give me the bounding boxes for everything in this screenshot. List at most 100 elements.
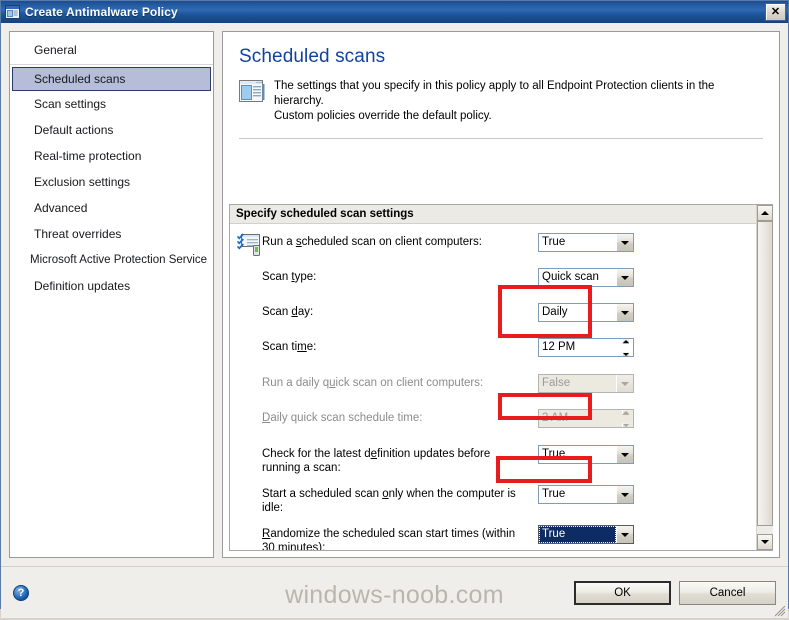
- intro-line-2: Custom policies override the default pol…: [274, 110, 492, 122]
- control-randomize-scan-times[interactable]: True: [538, 525, 634, 544]
- label-pre: Scan ti: [262, 341, 298, 353]
- chevron-down-icon[interactable]: [616, 234, 633, 251]
- label-post: ay:: [297, 306, 314, 318]
- chevron-down-icon[interactable]: [616, 526, 633, 543]
- combobox-value: True: [542, 236, 566, 248]
- scroll-down-arrow-icon[interactable]: [757, 534, 773, 550]
- combobox-value: Quick scan: [542, 271, 599, 283]
- sidebar-item-default-actions[interactable]: Default actions: [10, 117, 213, 143]
- chevron-down-icon[interactable]: [616, 269, 633, 286]
- label-accel: m: [297, 341, 307, 353]
- spinner-scan-time[interactable]: 12 PM: [538, 338, 634, 357]
- setting-row-scan-type: Scan type: Quick scan: [230, 267, 756, 292]
- setting-label-run-scheduled-scan: Run a scheduled scan on client computers…: [262, 232, 538, 249]
- content-pane: Scheduled scans The settings that you sp…: [222, 31, 780, 558]
- window-title: Create Antimalware Policy: [25, 5, 178, 19]
- chevron-down-icon[interactable]: [616, 446, 633, 463]
- combobox-scan-day[interactable]: Daily: [538, 303, 634, 322]
- sidebar-item-exclusion-settings[interactable]: Exclusion settings: [10, 169, 213, 195]
- control-run-scheduled-scan[interactable]: True: [538, 233, 634, 252]
- setting-label-daily-quick-scan-time: Daily quick scan schedule time:: [262, 408, 538, 425]
- label-pre: Scan: [262, 306, 292, 318]
- combobox-value: Daily: [542, 306, 568, 318]
- sidebar-item-advanced[interactable]: Advanced: [10, 195, 213, 221]
- intro-line-1: The settings that you specify in this po…: [274, 80, 715, 107]
- chevron-down-icon: [616, 375, 633, 392]
- spinner-value: 2 AM: [542, 412, 569, 424]
- settings-vertical-scrollbar[interactable]: [756, 205, 773, 550]
- divider: [239, 138, 763, 139]
- label-pre: Run a daily q: [262, 377, 330, 389]
- section-header: Specify scheduled scan settings: [230, 205, 756, 224]
- label-pre: Check for the latest d: [262, 448, 371, 460]
- control-check-definition-updates[interactable]: True: [538, 445, 634, 464]
- setting-label-scan-day: Scan day:: [262, 302, 538, 319]
- setting-row-run-scheduled-scan: Run a scheduled scan on client computers…: [230, 232, 756, 257]
- sidebar-item-general[interactable]: General: [10, 38, 213, 65]
- combobox-randomize-scan-times[interactable]: True: [538, 525, 634, 544]
- spinner-down-arrow-icon[interactable]: [622, 352, 629, 356]
- setting-label-scan-type: Scan type:: [262, 267, 538, 284]
- combobox-daily-quick-scan: False: [538, 374, 634, 393]
- combobox-run-scheduled-scan[interactable]: True: [538, 233, 634, 252]
- sidebar-item-threat-overrides[interactable]: Threat overrides: [10, 221, 213, 247]
- combobox-value: False: [542, 377, 571, 389]
- spinner-up-arrow-icon[interactable]: [622, 339, 629, 344]
- chevron-down-icon[interactable]: [616, 486, 633, 503]
- combobox-check-definition-updates[interactable]: True: [538, 445, 634, 464]
- dialog-body: General Scheduled scans Scan settings De…: [1, 23, 788, 566]
- control-daily-quick-scan: False: [538, 374, 634, 393]
- control-scan-type[interactable]: Quick scan: [538, 268, 634, 287]
- setting-row-scan-when-idle: Start a scheduled scan only when the com…: [230, 484, 756, 515]
- label-pre: Start a scheduled scan: [262, 488, 383, 500]
- label-post: ick scan on client computers:: [335, 377, 484, 389]
- combobox-scan-when-idle[interactable]: True: [538, 485, 634, 504]
- scrollbar-thumb[interactable]: [757, 221, 773, 526]
- setting-row-daily-quick-scan: Run a daily quick scan on client compute…: [230, 373, 756, 398]
- title-bar[interactable]: Create Antimalware Policy ✕: [1, 1, 788, 23]
- help-icon[interactable]: ?: [13, 584, 29, 601]
- setting-label-randomize-scan-times: Randomize the scheduled scan start times…: [262, 524, 538, 550]
- intro-block: The settings that you specify in this po…: [223, 68, 779, 124]
- sidebar-item-microsoft-active-protection-service[interactable]: Microsoft Active Protection Service: [10, 247, 213, 273]
- scheduled-scan-settings-panel: Specify scheduled scan settings Run a sc…: [229, 204, 773, 551]
- scrollbar-track[interactable]: [757, 221, 773, 534]
- footer-buttons: OK Cancel: [574, 580, 776, 605]
- sidebar-item-scan-settings[interactable]: Scan settings: [10, 91, 213, 117]
- cancel-button[interactable]: Cancel: [679, 580, 776, 605]
- settings-rows: Run a scheduled scan on client computers…: [230, 224, 756, 550]
- setting-label-scan-when-idle: Start a scheduled scan only when the com…: [262, 484, 538, 515]
- page-title: Scheduled scans: [239, 46, 386, 67]
- sidebar-item-real-time-protection[interactable]: Real-time protection: [10, 143, 213, 169]
- combobox-scan-type[interactable]: Quick scan: [538, 268, 634, 287]
- scroll-up-arrow-icon[interactable]: [757, 205, 773, 221]
- control-scan-time[interactable]: 12 PM: [538, 338, 634, 357]
- setting-row-daily-quick-scan-time: Daily quick scan schedule time: 2 AM: [230, 408, 756, 433]
- label-post: andomize the scheduled scan start times …: [262, 528, 516, 550]
- setting-label-check-definition-updates: Check for the latest definition updates …: [262, 444, 538, 475]
- sidebar-item-definition-updates[interactable]: Definition updates: [10, 273, 213, 299]
- resize-grip-icon[interactable]: [772, 603, 786, 617]
- spinner-buttons[interactable]: [618, 339, 633, 356]
- control-scan-day[interactable]: Daily: [538, 303, 634, 322]
- setting-label-daily-quick-scan: Run a daily quick scan on client compute…: [262, 373, 538, 390]
- spinner-value: 12 PM: [542, 341, 576, 353]
- close-icon[interactable]: ✕: [765, 3, 786, 21]
- label-pre: Scan: [262, 271, 292, 283]
- ok-button[interactable]: OK: [574, 580, 671, 605]
- setting-row-scan-time: Scan time: 12 PM: [230, 337, 756, 362]
- spinner-daily-quick-scan-time: 2 AM: [538, 409, 634, 428]
- sidebar-item-scheduled-scans[interactable]: Scheduled scans: [12, 67, 211, 91]
- intro-text: The settings that you specify in this po…: [274, 78, 761, 124]
- chevron-down-icon[interactable]: [616, 304, 633, 321]
- control-daily-quick-scan-time: 2 AM: [538, 409, 634, 428]
- scan-computer-icon: [236, 233, 262, 257]
- combobox-value: True: [542, 488, 566, 500]
- navigation-sidebar: General Scheduled scans Scan settings De…: [9, 31, 214, 558]
- setting-label-scan-time: Scan time:: [262, 337, 538, 354]
- label-post: cheduled scan on client computers:: [301, 236, 482, 248]
- setting-row-randomize-scan-times: Randomize the scheduled scan start times…: [230, 524, 756, 550]
- control-scan-when-idle[interactable]: True: [538, 485, 634, 504]
- settings-scroll-region: Specify scheduled scan settings Run a sc…: [230, 205, 756, 550]
- create-antimalware-policy-dialog: Create Antimalware Policy ✕ General Sche…: [0, 0, 789, 618]
